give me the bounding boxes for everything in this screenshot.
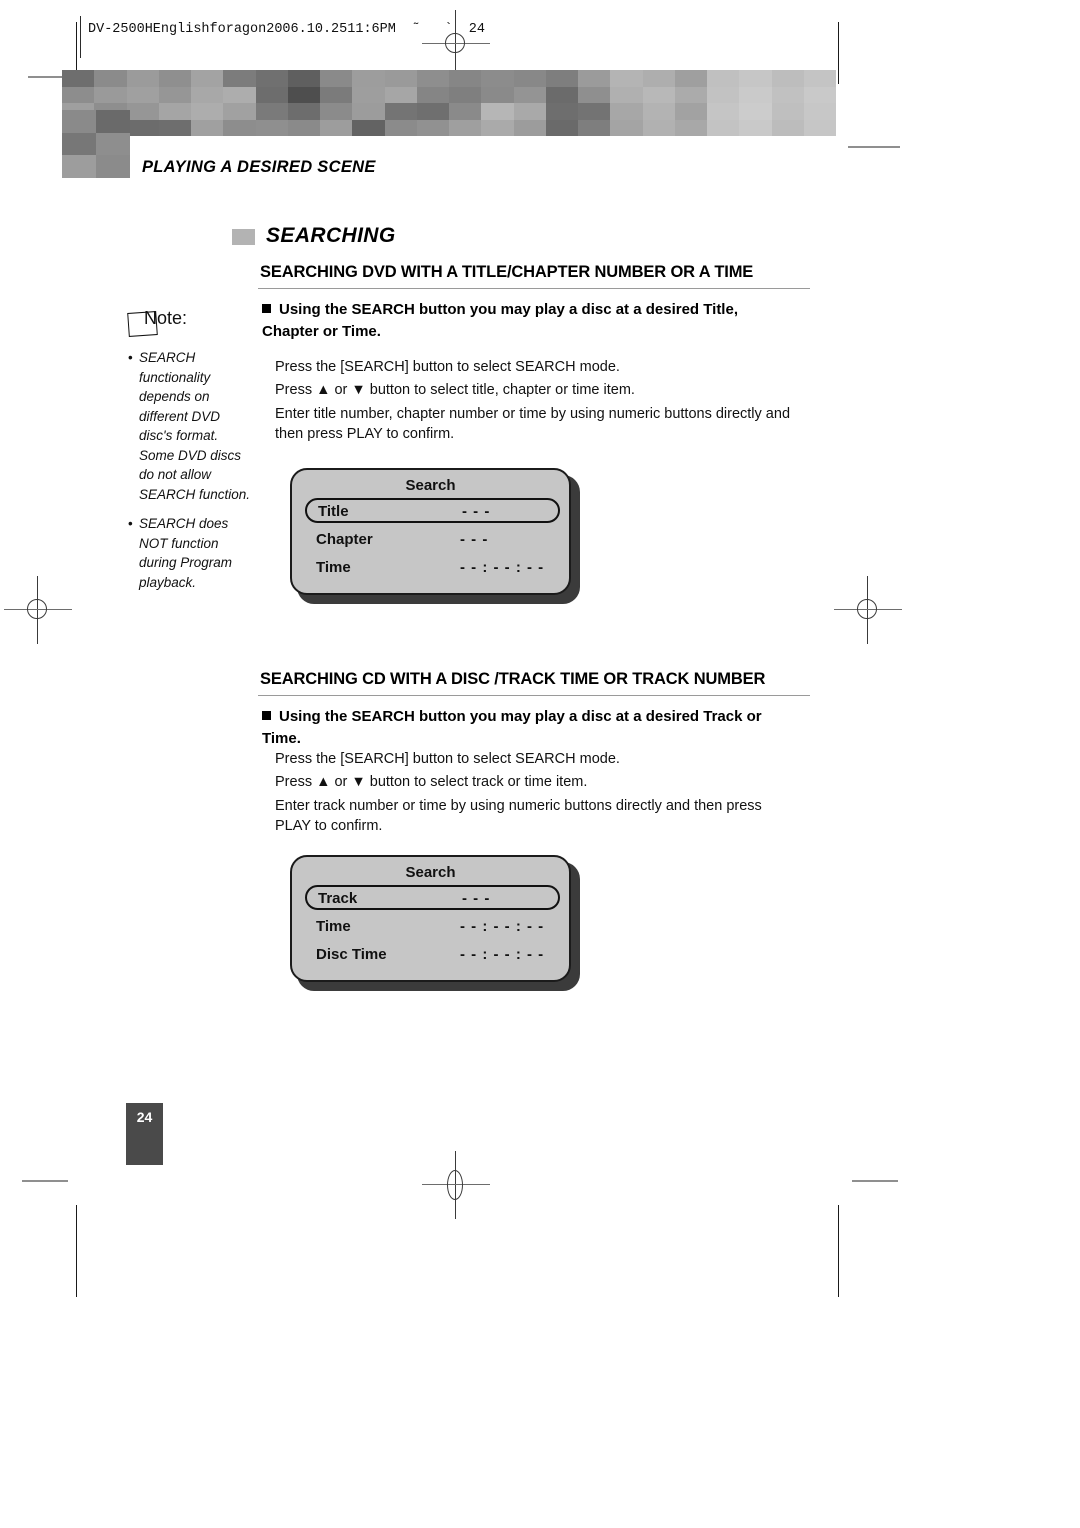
osd-row-value: - - - bbox=[462, 503, 491, 520]
osd-row-value: - - - bbox=[462, 890, 491, 907]
osd-search-cd: Search Track - - - Time - - : - - : - - … bbox=[290, 855, 580, 991]
note-item: SEARCH functionality depends on differen… bbox=[128, 348, 254, 504]
section-title: SEARCHING bbox=[266, 224, 396, 247]
osd-search-dvd: Search Title - - - Chapter - - - Time - … bbox=[290, 468, 580, 604]
osd-row-label: Time bbox=[316, 559, 351, 576]
header-mosaic-tab bbox=[62, 110, 130, 178]
subsection-rule-dvd bbox=[258, 288, 810, 289]
registration-mark-right bbox=[834, 576, 902, 644]
subsection-heading-cd: SEARCHING CD WITH A DISC /TRACK TIME OR … bbox=[260, 670, 766, 688]
osd-row-label: Time bbox=[316, 918, 351, 935]
osd-title: Search bbox=[405, 477, 456, 494]
osd-row-label: Title bbox=[318, 503, 349, 520]
note-label: Note: bbox=[144, 308, 188, 328]
step-text: Press the [SEARCH] button to select SEAR… bbox=[275, 751, 620, 767]
square-bullet-icon bbox=[262, 304, 271, 313]
step-text: Enter track number or time by using nume… bbox=[275, 798, 762, 834]
osd-row-time[interactable]: Time - - : - - : - - bbox=[305, 915, 560, 940]
step-text: Press ▲ or ▼ button to select title, cha… bbox=[275, 382, 635, 398]
subsection-bullet-cd: Using the SEARCH button you may play a d… bbox=[262, 708, 762, 747]
osd-row-disc-time[interactable]: Disc Time - - : - - : - - bbox=[305, 943, 560, 968]
osd-row-label: Disc Time bbox=[316, 946, 387, 963]
crop-mark-bottom-right bbox=[838, 1205, 839, 1297]
note-item: SEARCH does NOT function during Program … bbox=[128, 514, 254, 592]
crop-mark-bottom-right-h bbox=[852, 1180, 898, 1182]
subsection-heading-dvd: SEARCHING DVD WITH A TITLE/CHAPTER NUMBE… bbox=[260, 263, 754, 281]
crop-mark-bottom-left bbox=[76, 1205, 77, 1297]
osd-row-chapter[interactable]: Chapter - - - bbox=[305, 528, 560, 553]
square-bullet-icon bbox=[262, 711, 271, 720]
subsection-rule-cd bbox=[258, 695, 810, 696]
note-header: Note: bbox=[127, 308, 254, 338]
step-text: Enter title number, chapter number or ti… bbox=[275, 406, 791, 442]
step-text: Press ▲ or ▼ button to select track or t… bbox=[275, 774, 588, 790]
subsection-bullet-dvd: Using the SEARCH button you may play a d… bbox=[262, 301, 738, 340]
document-page: DV-2500HEnglishforagon2006.10.2511:6PM ˜… bbox=[0, 0, 1080, 1528]
osd-row-time[interactable]: Time - - : - - : - - bbox=[305, 556, 560, 581]
osd-row-title[interactable]: Title - - - bbox=[305, 498, 560, 523]
file-meta-line: DV-2500HEnglishforagon2006.10.2511:6PM ˜… bbox=[88, 22, 485, 37]
crop-mark-top-right bbox=[838, 22, 839, 84]
registration-mark-left bbox=[4, 576, 72, 644]
page-number: 24 bbox=[126, 1103, 163, 1165]
crop-mark-bottom-left-h bbox=[22, 1180, 68, 1182]
header-mosaic-band bbox=[62, 70, 836, 136]
osd-row-label: Track bbox=[318, 890, 358, 907]
osd-row-value: - - : - - : - - bbox=[460, 946, 545, 963]
osd-row-value: - - : - - : - - bbox=[460, 559, 545, 576]
osd-title: Search bbox=[405, 864, 456, 881]
osd-row-track[interactable]: Track - - - bbox=[305, 885, 560, 910]
section-bullet-icon bbox=[232, 229, 255, 245]
osd-row-label: Chapter bbox=[316, 531, 373, 548]
chapter-title: PLAYING A DESIRED SCENE bbox=[142, 158, 376, 176]
osd-panel: Search Title - - - Chapter - - - Time - … bbox=[290, 468, 571, 595]
osd-row-value: - - : - - : - - bbox=[460, 918, 545, 935]
meta-line-divider bbox=[80, 16, 81, 58]
crop-mark-top-right-h bbox=[848, 146, 900, 148]
note-sidebar: Note: SEARCH functionality depends on di… bbox=[127, 308, 254, 592]
osd-row-value: - - - bbox=[460, 531, 489, 548]
step-text: Press the [SEARCH] button to select SEAR… bbox=[275, 359, 620, 375]
registration-mark-bottom-center bbox=[422, 1151, 490, 1219]
osd-panel: Search Track - - - Time - - : - - : - - … bbox=[290, 855, 571, 982]
